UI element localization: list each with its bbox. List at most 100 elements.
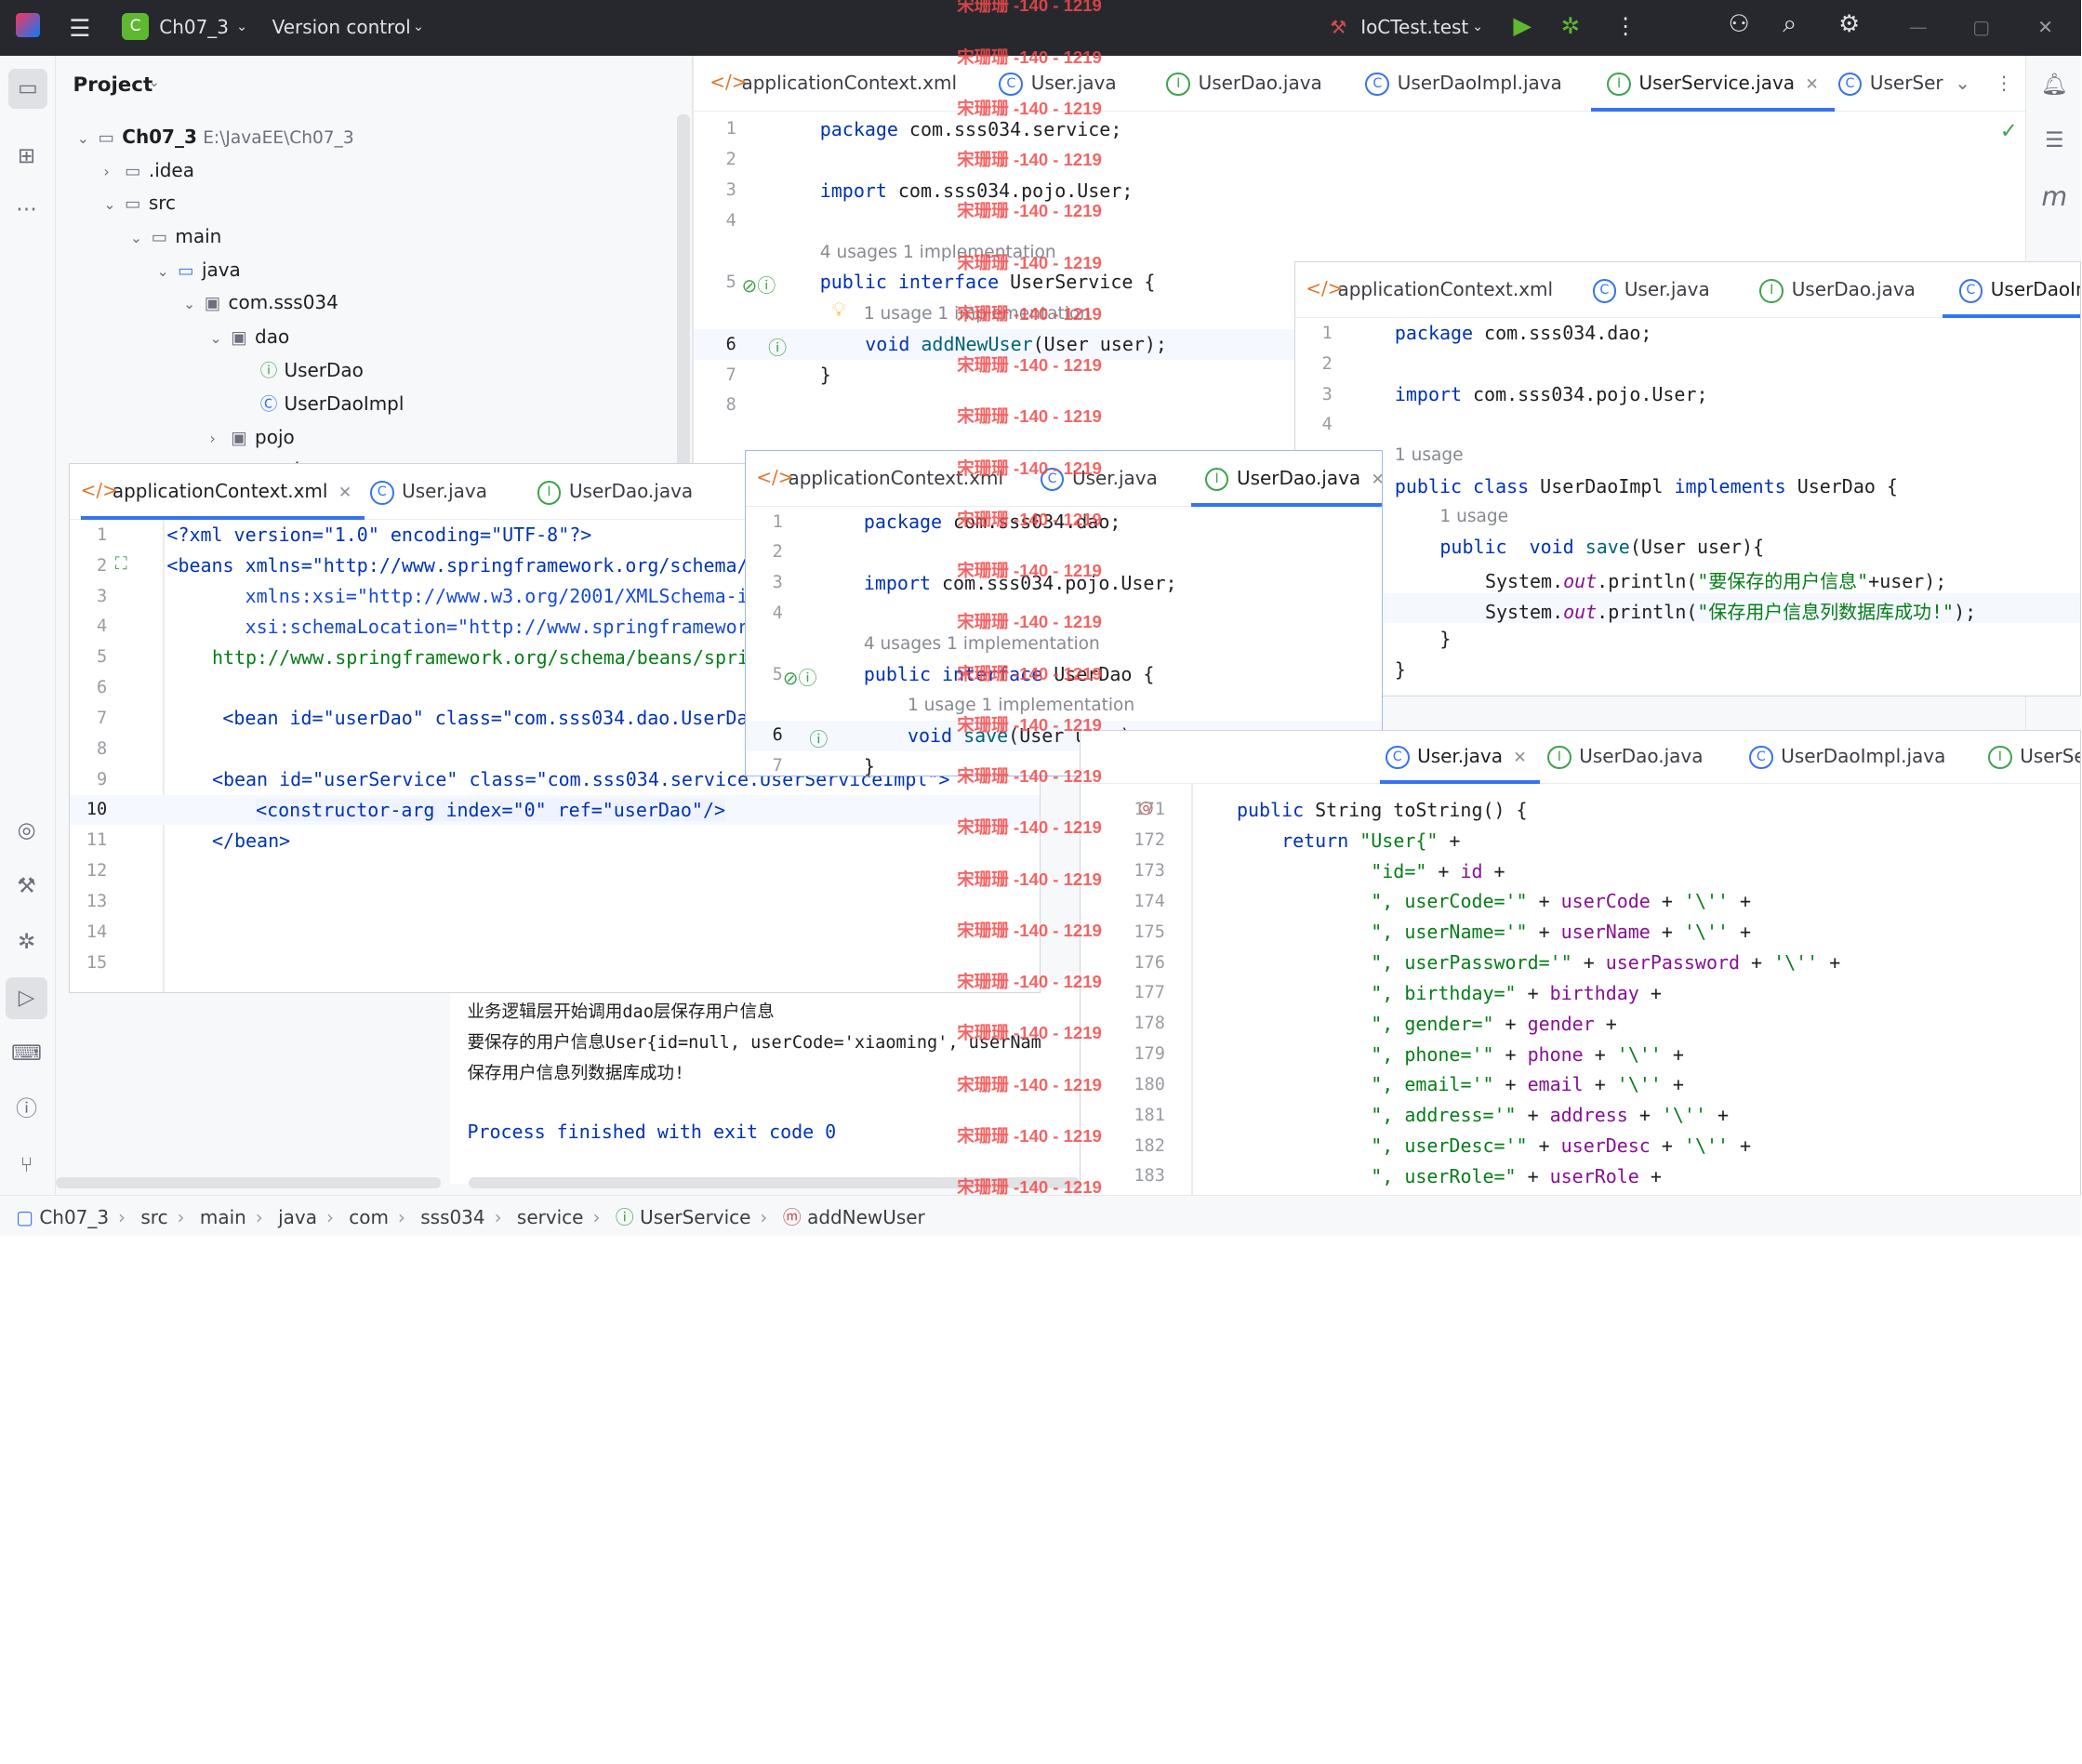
close-tab-icon[interactable]: ✕: [1513, 749, 1526, 767]
tab-userdao[interactable]: I UserDao.java: [1547, 731, 1703, 784]
usages-hint[interactable]: 1 usage: [1395, 445, 1464, 465]
tree-item-package[interactable]: ⌄ ▣ com.sss034: [183, 286, 338, 320]
code-line: import com.sss034.pojo.User;: [1394, 383, 1708, 406]
services-icon[interactable]: ◎: [10, 815, 42, 846]
tab-userdao[interactable]: I UserDao.java: [1759, 262, 1916, 318]
implemented-gutter-icon[interactable]: ⊘ⓘ: [783, 663, 817, 690]
terminal-icon[interactable]: ⌨: [10, 1038, 42, 1069]
breadcrumb-item[interactable]: main: [200, 1206, 246, 1228]
breadcrumb-item[interactable]: src: [140, 1206, 167, 1228]
tab-userser[interactable]: IUserSer: [1987, 731, 2080, 784]
class-icon: C: [999, 72, 1024, 97]
debug-icon[interactable]: ✲: [1561, 12, 1580, 39]
tab-userservice[interactable]: I UserService.java ✕: [1591, 55, 1835, 112]
scrollbar[interactable]: [677, 113, 691, 486]
code-line: public class UserDaoImpl implements User…: [1394, 474, 1898, 497]
breadcrumb-item[interactable]: addNewUser: [807, 1206, 925, 1228]
tree-item-pojo[interactable]: › ▣ pojo: [210, 421, 295, 455]
lightbulb-icon[interactable]: 💡︎: [832, 298, 846, 322]
hammer-icon[interactable]: ⚒: [1330, 16, 1346, 38]
usages-hint[interactable]: 4 usages 1 implementation: [864, 634, 1100, 654]
line-number: 182: [1134, 1135, 1165, 1156]
minimize-icon[interactable]: —: [1909, 16, 1928, 38]
breadcrumb-item[interactable]: service: [517, 1206, 584, 1228]
method-icon: ⓜ: [782, 1205, 802, 1228]
tree-item-main[interactable]: ⌄ ▭ main: [130, 220, 221, 254]
tab-userser[interactable]: C UserSer: [1837, 56, 1943, 112]
code-line: "id=" + id +: [1371, 859, 1505, 882]
git-branch-icon[interactable]: ⑂: [10, 1149, 42, 1181]
tree-item-java[interactable]: ⌄ ▭ java: [156, 254, 240, 287]
usages-hint[interactable]: 1 usage: [1439, 507, 1508, 526]
interface-icon: I: [1166, 72, 1191, 97]
close-tab-icon[interactable]: ✕: [1372, 471, 1383, 489]
tab-applicationcontext[interactable]: </>applicationContext.xml: [1306, 262, 1553, 318]
tab-applicationcontext[interactable]: </>applicationContext.xml: [709, 56, 957, 112]
scrollbar[interactable]: [55, 1177, 441, 1188]
debug-bug-icon[interactable]: ✲: [10, 926, 42, 958]
search-icon[interactable]: ⌕: [1783, 9, 1797, 39]
project-panel-title[interactable]: Project: [73, 73, 153, 97]
structure-icon[interactable]: ⊞: [10, 140, 42, 172]
code-line: <beans xmlns="http://www.springframework…: [166, 554, 749, 577]
project-selector[interactable]: Ch07_3: [159, 16, 229, 38]
implemented-gutter-icon[interactable]: ⓘ: [768, 333, 787, 360]
tab-user[interactable]: C User.java: [1592, 262, 1710, 318]
tab-userdaoimpl[interactable]: CUserDaoIm: [1943, 262, 2081, 319]
tab-userdao[interactable]: IUserDao.java✕: [1191, 451, 1383, 507]
breadcrumb-item[interactable]: java: [278, 1206, 317, 1228]
run-icon[interactable]: ▶: [1513, 12, 1532, 40]
tree-item-dao[interactable]: ⌄ ▣ dao: [210, 321, 290, 354]
problems-icon[interactable]: ⓘ: [10, 1094, 42, 1125]
implemented-gutter-icon[interactable]: ⊘ⓘ: [742, 271, 776, 298]
tabs-more-icon[interactable]: ⋮: [1995, 56, 2013, 112]
tree-item-userdao[interactable]: ⓘ UserDao: [260, 354, 364, 388]
project-folder-icon[interactable]: ▭: [7, 69, 48, 110]
tree-item-src[interactable]: ⌄ ▭ src: [103, 187, 176, 220]
interface-icon: ⓘ: [615, 1205, 634, 1228]
maximize-icon[interactable]: ▢: [1972, 16, 1990, 38]
tab-user[interactable]: C User.java ✕: [1380, 731, 1541, 785]
tabs-dropdown-icon[interactable]: ⌄: [1955, 56, 1970, 112]
tab-userdaoimpl[interactable]: C UserDaoImpl.java: [1365, 56, 1562, 112]
more-actions-icon[interactable]: ⋮: [1614, 12, 1637, 39]
tab-userdao[interactable]: I UserDao.java: [1166, 56, 1322, 112]
close-tab-icon[interactable]: ✕: [1805, 75, 1818, 94]
breadcrumb-item[interactable]: sss034: [420, 1206, 484, 1228]
folder-icon: ▭: [151, 227, 168, 247]
more-tools-icon[interactable]: ⋯: [10, 193, 42, 225]
interface-icon: I: [1987, 745, 2012, 770]
settings-gear-icon[interactable]: ⚙: [1838, 10, 1860, 38]
maven-icon[interactable]: m: [2038, 180, 2070, 212]
chevron-right-icon: ›: [760, 1205, 768, 1228]
tab-userdao[interactable]: I UserDao.java: [537, 464, 693, 520]
tree-item-idea[interactable]: › ▭ .idea: [103, 154, 194, 188]
line-number: 3: [725, 180, 736, 201]
tree-item-root[interactable]: ⌄ ▭ Ch07_3 E:\JavaEE\Ch07_3: [77, 121, 354, 154]
breadcrumb-item[interactable]: Ch07_3: [39, 1206, 109, 1228]
watermark-text: 宋珊珊 -140 - 1219: [957, 663, 1102, 683]
implemented-gutter-icon[interactable]: ⓘ: [809, 724, 828, 751]
code-line: ", userName='" + userName + '\'' +: [1371, 921, 1752, 944]
run-tool-icon[interactable]: ▷: [5, 976, 48, 1020]
spring-bean-gutter-icon[interactable]: ⛶: [115, 554, 127, 574]
database-icon[interactable]: ☰: [2038, 125, 2070, 156]
code-line: ", userCode='" + userCode + '\'' +: [1371, 890, 1752, 913]
tab-applicationcontext[interactable]: </>applicationContext.xml ✕: [80, 464, 365, 521]
notifications-bell-icon[interactable]: 🔔︎: [2038, 69, 2070, 100]
watermark-text: 宋珊珊 -140 - 1219: [957, 355, 1102, 376]
tab-user[interactable]: C User.java: [369, 464, 487, 520]
close-tab-icon[interactable]: ✕: [338, 484, 351, 502]
interface-icon: I: [1204, 467, 1229, 492]
close-window-icon[interactable]: ✕: [2037, 16, 2053, 38]
add-user-icon[interactable]: ⚇: [1729, 10, 1750, 38]
tab-userdaoimpl[interactable]: C UserDaoImpl.java: [1749, 731, 1945, 784]
tree-item-userdaoimpl[interactable]: Ⓒ UserDaoImpl: [260, 388, 404, 421]
breadcrumb-item[interactable]: com: [349, 1206, 389, 1228]
run-config-selector[interactable]: IoCTest.test: [1360, 16, 1468, 38]
vcs-widget[interactable]: Version control: [272, 16, 411, 38]
breadcrumb-item[interactable]: UserService: [640, 1206, 750, 1228]
build-hammer-icon[interactable]: ⚒: [10, 870, 42, 902]
chevron-right-icon: ›: [103, 162, 110, 180]
main-menu-icon[interactable]: ☰: [69, 15, 90, 43]
